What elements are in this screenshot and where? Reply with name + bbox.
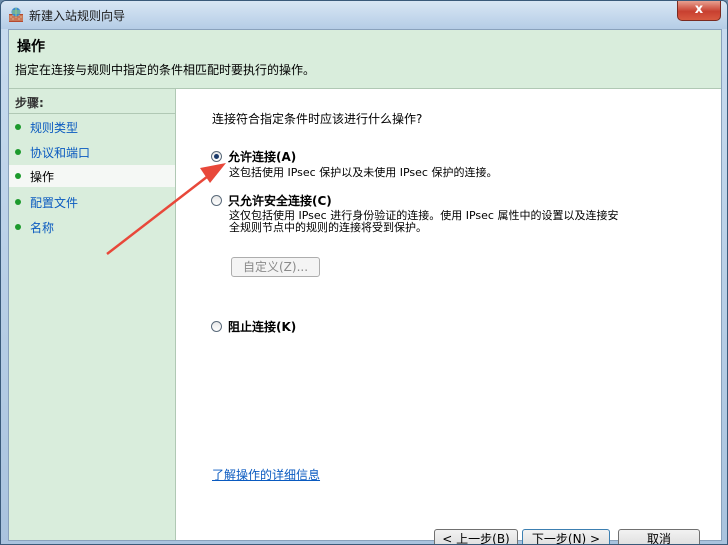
annotation-arrow-icon (106, 163, 226, 255)
wizard-window: 新建入站规则向导 x 操作 指定在连接与规则中指定的条件相匹配时要执行的操作。 … (0, 0, 728, 545)
